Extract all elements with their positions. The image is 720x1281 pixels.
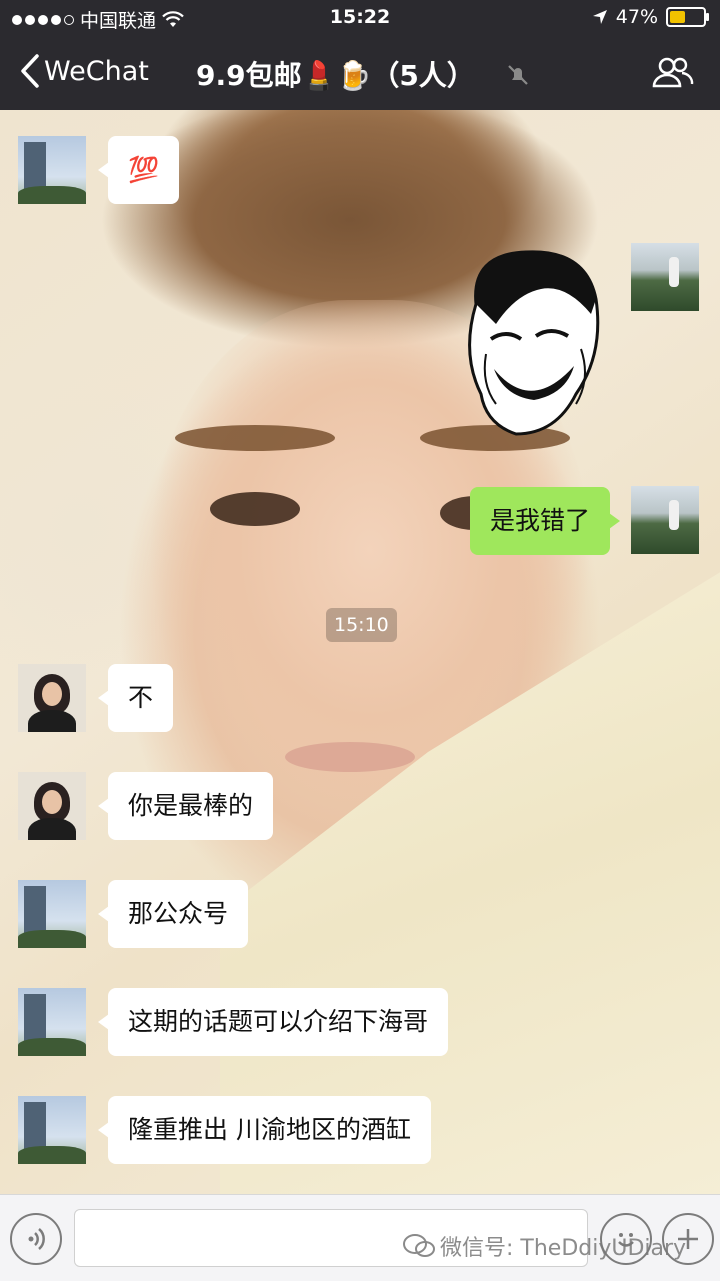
- status-right: 47%: [592, 6, 709, 28]
- chat-header: WeChat 9.9包邮💄🍺（5人）: [0, 36, 720, 110]
- wechat-logo-icon: [403, 1234, 435, 1257]
- avatar[interactable]: [631, 243, 699, 311]
- battery-icon: [666, 7, 709, 27]
- avatar[interactable]: [18, 880, 86, 948]
- voice-icon: [28, 1228, 45, 1250]
- avatar[interactable]: [18, 1096, 86, 1164]
- message-bubble[interactable]: 那公众号: [97, 880, 249, 948]
- battery-fill: [670, 11, 685, 23]
- avatar[interactable]: [18, 988, 86, 1056]
- message-bubble[interactable]: 你是最棒的: [97, 772, 274, 840]
- chat-title: 9.9包邮💄🍺（5人）: [196, 59, 475, 92]
- message-bubble[interactable]: 隆重推出 川渝地区的酒缸: [98, 1096, 431, 1164]
- watermark: 微信号: TheDdiyUDiary: [402, 1230, 686, 1262]
- bell-muted-icon: [508, 65, 528, 85]
- back-label: WeChat: [44, 55, 149, 87]
- battery-percent: 47%: [615, 6, 658, 28]
- status-bar: 中国联通 15:22 47%: [0, 0, 720, 36]
- location-arrow-icon: [592, 10, 607, 24]
- chevron-left-icon: [21, 54, 39, 88]
- message-bubble[interactable]: 是我错了: [469, 487, 621, 555]
- avatar[interactable]: [18, 664, 86, 732]
- voice-button[interactable]: [10, 1213, 62, 1265]
- back-button[interactable]: WeChat: [20, 54, 149, 88]
- message-bubble[interactable]: 不: [97, 664, 174, 732]
- message-bubble[interactable]: 这期的话题可以介绍下海哥: [97, 988, 449, 1056]
- chat-background-lips: [285, 742, 415, 772]
- chat-background-brow-left: [175, 425, 335, 451]
- group-icon[interactable]: [652, 56, 694, 88]
- avatar[interactable]: [18, 772, 86, 840]
- troll-face-sticker[interactable]: [456, 244, 606, 454]
- avatar[interactable]: [18, 136, 86, 204]
- message-timestamp: 15:10: [326, 608, 397, 642]
- chat-background-eye-left: [210, 492, 300, 526]
- avatar[interactable]: [631, 486, 699, 554]
- message-bubble[interactable]: 💯: [97, 136, 180, 204]
- watermark-text: 微信号: TheDdiyUDiary: [440, 1236, 687, 1261]
